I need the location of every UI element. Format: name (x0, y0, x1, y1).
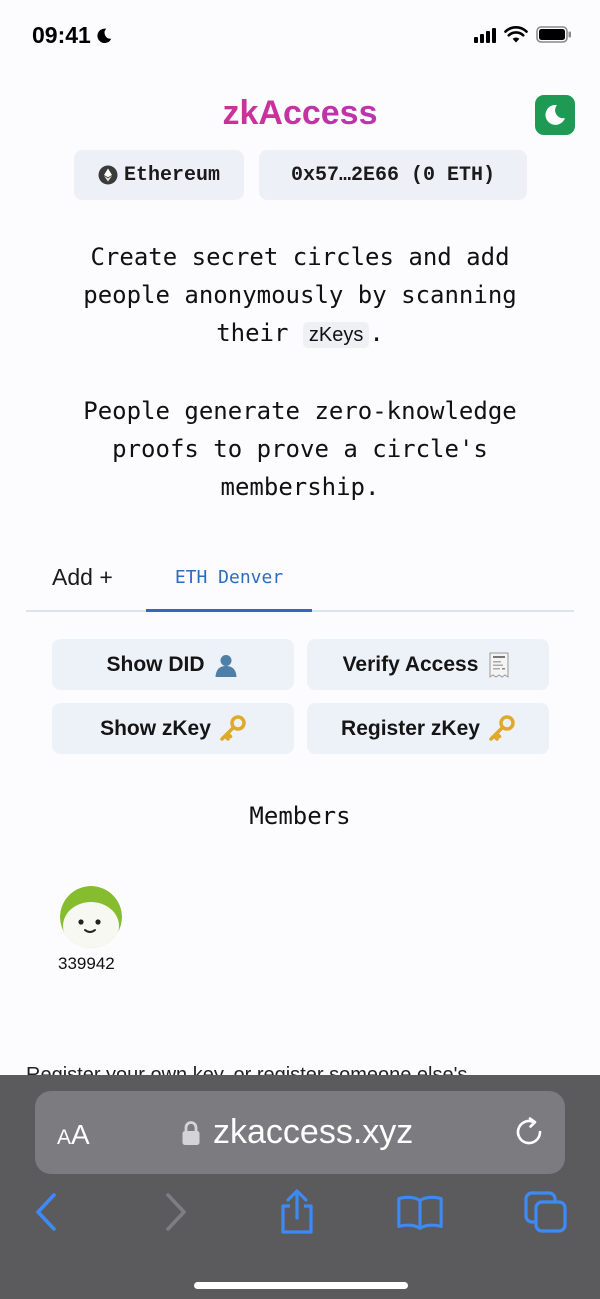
show-zkey-button[interactable]: Show zKey (52, 703, 294, 754)
reader-aa-button[interactable]: AA (57, 1119, 90, 1151)
intro-paragraph: Create secret circles and add people ano… (40, 238, 560, 352)
key-icon (218, 714, 246, 743)
battery-icon (536, 26, 571, 43)
account-label: 0x57…2E66 (0 ETH) (290, 163, 496, 187)
network-label: Ethereum (123, 163, 220, 187)
signal-icon (474, 27, 496, 43)
forward-button[interactable] (152, 1188, 200, 1236)
chevron-left-icon (36, 1193, 56, 1231)
show-zkey-label: Show zKey (100, 716, 211, 740)
address-bar[interactable]: AA zkaccess.xyz (35, 1091, 565, 1174)
wifi-icon (504, 26, 528, 43)
share-icon (281, 1189, 313, 1234)
key-icon (487, 714, 515, 743)
moon-icon (545, 104, 565, 125)
ethereum-icon (98, 165, 118, 185)
register-zkey-button[interactable]: Register zKey (307, 703, 549, 754)
url-text: zkaccess.xyz (213, 1113, 414, 1151)
members-heading: Members (249, 802, 351, 830)
member-avatar (60, 886, 122, 948)
book-icon (397, 1195, 443, 1230)
tabs-icon (524, 1191, 567, 1233)
home-indicator (194, 1282, 408, 1289)
intro-paragraph-proofs: People generate zero-knowledge proofs to… (83, 397, 517, 501)
intro-text-end: . (369, 319, 384, 347)
zkeys-inline-code: zKeys (302, 322, 370, 348)
tabs-button[interactable] (522, 1188, 570, 1236)
status-time: 09:41 (32, 22, 113, 49)
tab-eth-denver[interactable]: ETH Denver (146, 556, 312, 612)
tab-add[interactable]: Add + (52, 564, 113, 591)
circle-tabs: Add + ETH Denver (26, 556, 574, 612)
moon-icon (97, 28, 112, 43)
share-button[interactable] (273, 1188, 321, 1236)
receipt-icon (485, 651, 513, 679)
lock-icon (182, 1121, 200, 1145)
verify-access-label: Verify Access (342, 652, 479, 676)
show-did-button[interactable]: Show DID (52, 639, 294, 690)
network-button[interactable]: Ethereum (74, 150, 244, 200)
intro-text: Create secret circles and add people ano… (83, 243, 517, 347)
account-button[interactable]: 0x57…2E66 (0 ETH) (259, 150, 527, 200)
browser-toolbar: AA zkaccess.xyz (0, 1075, 600, 1299)
bookmarks-button[interactable] (396, 1188, 444, 1236)
member-item[interactable]: 339942 (58, 886, 126, 974)
browser-nav-row (0, 1188, 600, 1244)
back-button[interactable] (22, 1188, 70, 1236)
status-indicators (474, 26, 572, 43)
theme-toggle-button[interactable] (535, 95, 575, 135)
app-title: zkAccess (0, 94, 600, 133)
chevron-right-icon (166, 1193, 186, 1231)
status-bar: 09:41 (0, 0, 600, 72)
member-id: 339942 (58, 954, 115, 973)
show-did-label: Show DID (106, 652, 205, 676)
bust-in-silhouette-icon (212, 651, 240, 679)
reload-icon[interactable] (513, 1116, 545, 1148)
status-time-text: 09:41 (32, 22, 91, 48)
register-zkey-label: Register zKey (341, 716, 480, 740)
aa-label: A (71, 1119, 90, 1150)
verify-access-button[interactable]: Verify Access (307, 639, 549, 690)
